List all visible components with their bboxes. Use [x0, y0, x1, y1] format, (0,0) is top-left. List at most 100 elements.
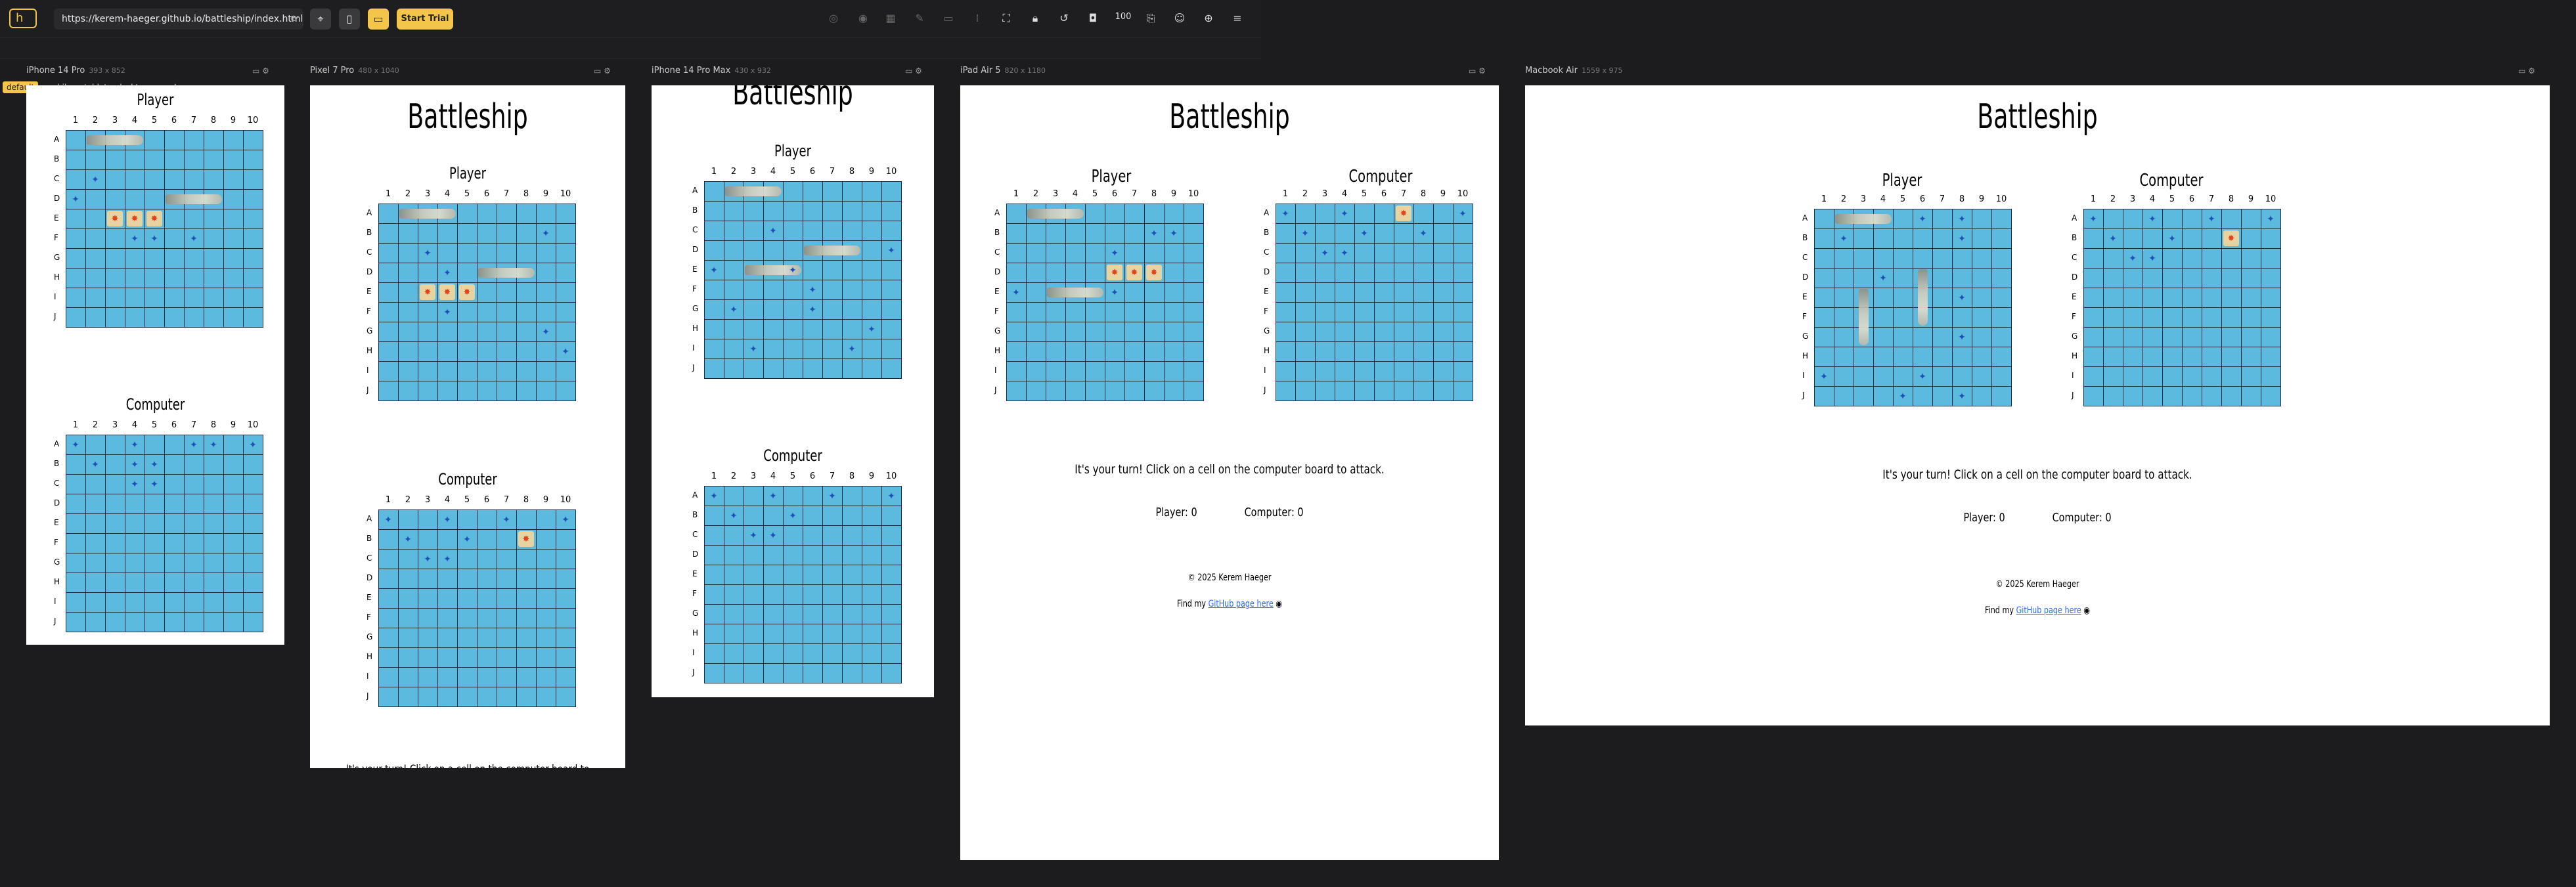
board-cell[interactable] — [2083, 366, 2104, 387]
board-cell[interactable] — [556, 628, 576, 648]
board-cell[interactable] — [1433, 204, 1454, 224]
board-cell[interactable] — [477, 667, 497, 687]
board-cell[interactable] — [1335, 361, 1355, 381]
board-cell[interactable] — [783, 486, 803, 506]
github-icon[interactable]: ◉ — [1276, 599, 1282, 609]
board-cell[interactable] — [2103, 248, 2123, 269]
board-cell[interactable] — [204, 494, 224, 514]
board-cell[interactable] — [2221, 386, 2242, 406]
board-cell[interactable] — [744, 565, 764, 585]
board-cell[interactable] — [763, 604, 784, 624]
board-cell[interactable] — [66, 494, 86, 514]
board-cell[interactable] — [1374, 223, 1394, 244]
board-cell[interactable] — [1394, 243, 1414, 263]
board-cell[interactable] — [378, 608, 399, 628]
board-cell[interactable] — [1453, 381, 1473, 401]
board-cell[interactable] — [164, 553, 185, 573]
board-cell[interactable] — [724, 643, 744, 664]
board-cell[interactable] — [556, 588, 576, 609]
board-cell[interactable] — [1354, 263, 1375, 283]
board-cell[interactable] — [105, 474, 125, 494]
board-cell[interactable] — [2162, 209, 2183, 229]
board-cell[interactable] — [2221, 209, 2242, 229]
board-cell[interactable] — [418, 647, 438, 668]
board-cell[interactable] — [1315, 282, 1335, 303]
board-cell[interactable] — [2221, 347, 2242, 367]
board-cell[interactable] — [1295, 341, 1316, 362]
board-cell[interactable] — [2083, 288, 2104, 308]
board-cell[interactable] — [164, 612, 185, 632]
board-cell[interactable] — [1315, 204, 1335, 224]
board-cell[interactable] — [66, 533, 86, 553]
board-cell[interactable] — [2221, 366, 2242, 387]
board-cell[interactable] — [2261, 366, 2281, 387]
board-cell[interactable] — [85, 513, 106, 534]
board-cell[interactable] — [457, 628, 477, 648]
board-cell[interactable] — [2182, 288, 2202, 308]
board-cell[interactable] — [1453, 243, 1473, 263]
board-cell[interactable] — [536, 509, 556, 530]
board-cell[interactable] — [85, 435, 106, 455]
board-cell[interactable] — [803, 624, 823, 644]
board-cell[interactable] — [378, 569, 399, 589]
board-cell[interactable] — [2202, 248, 2222, 269]
board-cell[interactable] — [783, 545, 803, 565]
sync-click-icon[interactable]: ◉ — [855, 12, 871, 24]
board-cell[interactable] — [2182, 228, 2202, 249]
board-cell[interactable] — [516, 549, 537, 569]
board-cell[interactable] — [204, 553, 224, 573]
board-cell[interactable] — [66, 592, 86, 613]
board-cell[interactable] — [1413, 263, 1434, 283]
inspect-icon[interactable]: ⌖ — [310, 9, 331, 30]
board-cell[interactable] — [1374, 302, 1394, 322]
board-cell[interactable] — [125, 553, 145, 573]
board-cell[interactable] — [1433, 341, 1454, 362]
board-cell[interactable] — [1276, 341, 1296, 362]
board-cell[interactable] — [556, 569, 576, 589]
board-cell[interactable] — [398, 667, 418, 687]
board-cell[interactable] — [516, 647, 537, 668]
board-cell[interactable] — [1315, 302, 1335, 322]
board-cell[interactable] — [184, 553, 204, 573]
board-cell[interactable] — [556, 529, 576, 550]
board-cell[interactable] — [437, 647, 458, 668]
board-cell[interactable] — [556, 667, 576, 687]
board-cell[interactable] — [724, 486, 744, 506]
board-cell[interactable] — [184, 612, 204, 632]
board-cell[interactable] — [556, 549, 576, 569]
board-cell[interactable] — [1394, 341, 1414, 362]
board-cell[interactable] — [2261, 347, 2281, 367]
board-cell[interactable] — [125, 494, 145, 514]
board-cell[interactable] — [223, 592, 244, 613]
board-cell[interactable] — [204, 592, 224, 613]
board-cell[interactable] — [497, 687, 517, 707]
board-cell[interactable] — [497, 628, 517, 648]
board-cell[interactable] — [1413, 322, 1434, 342]
board-cell[interactable] — [66, 474, 86, 494]
board-cell[interactable] — [457, 608, 477, 628]
board-cell[interactable] — [144, 553, 165, 573]
board-cell[interactable] — [144, 494, 165, 514]
board-cell[interactable] — [763, 624, 784, 644]
board-cell[interactable] — [1354, 361, 1375, 381]
board-cell[interactable] — [497, 549, 517, 569]
board-cell[interactable] — [378, 588, 399, 609]
board-cell[interactable] — [516, 687, 537, 707]
board-cell[interactable] — [2182, 347, 2202, 367]
board-cell[interactable] — [2123, 268, 2143, 288]
board-cell[interactable] — [378, 667, 399, 687]
board-cell[interactable] — [803, 525, 823, 546]
board-cell[interactable] — [724, 624, 744, 644]
board-cell[interactable] — [1335, 223, 1355, 244]
board-cell[interactable] — [516, 628, 537, 648]
board-cell[interactable] — [724, 525, 744, 546]
board-cell[interactable] — [1374, 263, 1394, 283]
board-cell[interactable] — [803, 545, 823, 565]
board-cell[interactable] — [744, 643, 764, 664]
board-cell[interactable] — [144, 513, 165, 534]
board-cell[interactable] — [378, 687, 399, 707]
board-cell[interactable] — [1315, 341, 1335, 362]
board-cell[interactable] — [2083, 386, 2104, 406]
board-cell[interactable] — [204, 513, 224, 534]
board-cell[interactable] — [223, 573, 244, 593]
